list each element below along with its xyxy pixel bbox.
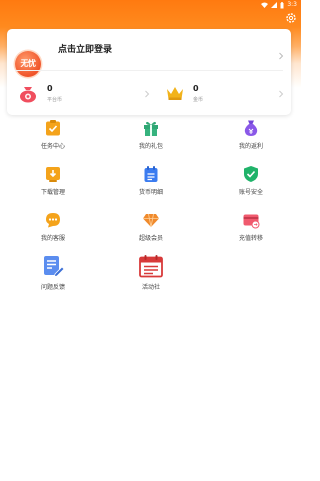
card-divider	[15, 70, 283, 71]
shield-check-icon	[244, 166, 258, 182]
chevron-right-icon[interactable]	[278, 52, 284, 60]
menu-item-customer-service[interactable]: 我的客服	[13, 211, 93, 249]
menu-item-feedback[interactable]: 问题反馈	[13, 254, 93, 298]
calendar-list-icon	[144, 166, 158, 182]
battery-icon	[280, 1, 284, 8]
chevron-right-icon[interactable]	[278, 90, 284, 98]
platform-coin-label: 平台币	[47, 97, 63, 103]
menu-item-my-rebate[interactable]: 我的返利	[211, 119, 291, 157]
signal-icon	[271, 2, 278, 8]
feedback-doc-icon	[44, 256, 65, 278]
event-calendar-icon	[139, 255, 163, 278]
status-time: 3:3	[287, 1, 297, 8]
menu-label: 货币明细	[138, 189, 163, 196]
menu-label: 问题反馈	[40, 284, 65, 291]
menu-label: 下载管理	[40, 189, 65, 196]
chat-bubble-icon	[46, 213, 60, 228]
user-card: 无忧 点击立即登录 0 平台币 0 金币	[7, 29, 291, 115]
chevron-right-icon[interactable]	[144, 90, 150, 98]
gift-icon	[144, 121, 158, 136]
gold-label: 金币	[193, 97, 204, 103]
menu-label: 充值转移	[238, 235, 263, 242]
menu-item-activity[interactable]: 活动社	[111, 254, 191, 298]
menu-label: 账号安全	[238, 189, 263, 196]
menu-label: 我的礼包	[138, 143, 163, 150]
menu-item-recharge-transfer[interactable]: 充值转移	[211, 211, 291, 249]
menu-label: 我的返利	[238, 143, 263, 150]
platform-coin-value: 0	[47, 84, 53, 93]
status-bar: 3:3	[0, 0, 301, 10]
menu-item-task-center[interactable]: 任务中心	[13, 119, 93, 157]
diamond-icon	[143, 213, 159, 228]
rebate-purse-icon	[244, 120, 258, 136]
coin-pouch-icon	[20, 87, 36, 103]
card-transfer-icon	[243, 214, 260, 229]
settings-gear-icon[interactable]	[285, 12, 297, 24]
avatar[interactable]: 无忧	[15, 51, 41, 77]
menu-item-account-security[interactable]: 账号安全	[211, 165, 291, 203]
wifi-icon	[261, 2, 269, 8]
menu-item-my-gifts[interactable]: 我的礼包	[111, 119, 191, 157]
avatar-logo-text: 无忧	[20, 59, 37, 68]
login-prompt[interactable]: 点击立即登录	[58, 42, 112, 55]
menu-item-super-member[interactable]: 超级会员	[111, 211, 191, 249]
crown-icon	[167, 87, 183, 100]
task-clipboard-icon	[46, 120, 60, 136]
menu-item-download-manager[interactable]: 下载管理	[13, 165, 93, 203]
download-box-icon	[46, 167, 60, 182]
menu-item-currency-details[interactable]: 货币明细	[111, 165, 191, 203]
menu-label: 活动社	[141, 284, 160, 291]
menu-label: 超级会员	[138, 235, 163, 242]
gold-value: 0	[193, 84, 199, 93]
menu-label: 我的客服	[40, 235, 65, 242]
menu-label: 任务中心	[40, 143, 65, 150]
